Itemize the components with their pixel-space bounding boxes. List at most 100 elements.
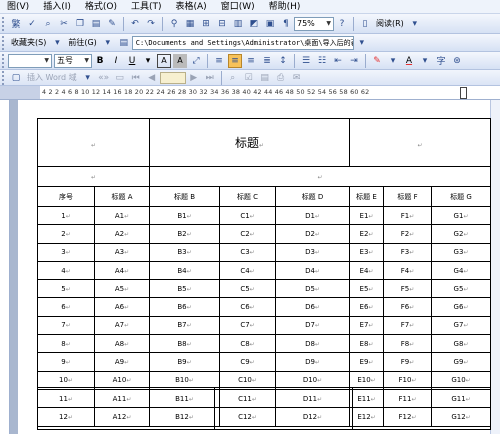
table-cell[interactable]: A8↵ [94, 334, 150, 354]
redo-icon[interactable]: ↷ [144, 17, 158, 31]
align-center-icon[interactable]: ≡ [228, 53, 242, 68]
table-cell[interactable]: E7↵ [349, 315, 384, 336]
column-header[interactable]: 序号 [37, 186, 95, 207]
table-cell[interactable]: B5↵ [149, 279, 220, 299]
table-cell[interactable]: 4↵ [37, 260, 95, 281]
title-cell[interactable]: 标题↵ [149, 118, 350, 167]
table-cell[interactable]: A2↵ [94, 224, 150, 244]
table-cell[interactable]: G8↵ [430, 334, 492, 354]
table-cell[interactable]: G9↵ [430, 352, 492, 372]
table-cell[interactable]: B7↵ [149, 315, 220, 336]
toolbar-grip[interactable] [2, 70, 6, 85]
address-field[interactable]: C:\Documents and Settings\Administrator\… [131, 35, 354, 50]
undo-icon[interactable]: ↶ [128, 17, 142, 31]
table-cell[interactable]: E1↵ [349, 205, 384, 226]
record-number-field[interactable] [159, 71, 186, 84]
menu-insert[interactable]: 插入(I) [36, 0, 78, 14]
show-web-toolbar-icon[interactable]: ▤ [117, 36, 131, 50]
column-header[interactable]: 标题 A [94, 186, 150, 207]
table-cell[interactable]: F1↵ [383, 205, 432, 226]
table-cell[interactable]: F4↵ [383, 260, 432, 281]
previous-record-icon[interactable]: ◀ [145, 71, 159, 85]
table-cell[interactable]: 5↵ [37, 279, 95, 299]
table-cell[interactable]: E9↵ [349, 352, 384, 372]
table-cell[interactable]: F6↵ [383, 297, 432, 317]
menu-format[interactable]: 格式(O) [78, 0, 124, 14]
table-cell[interactable]: A5↵ [94, 279, 150, 299]
vertical-ruler[interactable] [0, 100, 10, 434]
char-border-button[interactable]: A [157, 53, 171, 68]
insert-word-field-button[interactable]: 插入 Word 域 [24, 72, 80, 83]
table-cell[interactable]: F3↵ [383, 242, 432, 262]
table-cell[interactable]: A4↵ [94, 260, 150, 281]
toolbar-grip[interactable] [2, 16, 6, 31]
table-cell[interactable]: E4↵ [349, 260, 384, 281]
indent-marker[interactable] [460, 87, 467, 99]
table-cell[interactable]: G5↵ [430, 279, 492, 299]
document-icon[interactable]: ▢ [9, 71, 23, 85]
zoom-combo[interactable]: 75% ▼ [294, 16, 334, 31]
table-cell[interactable]: E3↵ [349, 242, 384, 262]
increase-indent-icon[interactable]: ⇥ [347, 54, 361, 68]
table-cell[interactable]: B3↵ [149, 242, 220, 262]
merge-fields-icon[interactable]: «» [97, 71, 111, 85]
table-cell[interactable]: C1↵ [219, 205, 276, 226]
table-cell[interactable]: G4↵ [430, 260, 492, 281]
title-right-cell[interactable]: ↵ [348, 118, 492, 167]
table-cell[interactable]: B2↵ [149, 224, 220, 244]
underline-style-icon[interactable]: ▾ [141, 54, 155, 68]
column-header[interactable]: 标题 D [275, 186, 350, 207]
column-header[interactable]: 标题 B [149, 186, 220, 207]
vertical-scrollbar[interactable] [490, 100, 500, 434]
table-cell[interactable]: C9↵ [219, 352, 276, 372]
document-table[interactable]: ↵ 标题↵ ↵ ↵ ↵ 序号 标题 A 标题 B 标题 C 标题 D 标题 E … [37, 118, 492, 427]
research-icon[interactable]: ⌕ [41, 17, 55, 31]
table-cell[interactable]: D6↵ [275, 297, 350, 317]
chevron-down-icon[interactable]: ▾ [418, 54, 432, 68]
table-cell[interactable]: F2↵ [383, 224, 432, 244]
table-cell[interactable]: E8↵ [349, 334, 384, 354]
table-cell[interactable]: 2↵ [37, 224, 95, 244]
numbering-icon[interactable]: ☰ [299, 54, 313, 68]
table-cell[interactable]: 6↵ [37, 297, 95, 317]
options-icon[interactable]: ▾ [408, 17, 422, 31]
enclose-char-icon[interactable]: ⊛ [450, 54, 464, 68]
table-cell[interactable]: D4↵ [275, 260, 350, 281]
table-cell[interactable]: G7↵ [430, 315, 492, 336]
menu-help[interactable]: 帮助(H) [262, 0, 308, 14]
column-header[interactable]: 标题 E [349, 186, 384, 207]
cut-icon[interactable]: ✂ [57, 17, 71, 31]
table-cell[interactable]: B6↵ [149, 297, 220, 317]
help-icon[interactable]: ? [335, 17, 349, 31]
table-cell[interactable]: F8↵ [383, 334, 432, 354]
line-spacing-icon[interactable]: ↕ [276, 54, 290, 68]
footer-table[interactable] [37, 387, 491, 430]
format-painter-icon[interactable]: ✎ [105, 17, 119, 31]
highlight-icon[interactable]: ✎ [370, 54, 384, 68]
column-header[interactable]: 标题 G [430, 186, 492, 207]
table-cell[interactable]: A9↵ [94, 352, 150, 372]
table-cell[interactable]: A1↵ [94, 205, 150, 226]
document-map-icon[interactable]: ▣ [263, 17, 277, 31]
columns-icon[interactable]: ▥ [231, 17, 245, 31]
table-cell[interactable]: G3↵ [430, 242, 492, 262]
table-cell[interactable]: F7↵ [383, 315, 432, 336]
table-cell[interactable]: D5↵ [275, 279, 350, 299]
merge-to-email-icon[interactable]: ✉ [290, 71, 304, 85]
table-cell[interactable]: 7↵ [37, 315, 95, 336]
table-cell[interactable]: G2↵ [430, 224, 492, 244]
bold-button[interactable]: B [93, 54, 107, 68]
char-scale-icon[interactable]: ⤢ [189, 54, 203, 68]
menu-view[interactable]: 图(V) [0, 0, 36, 14]
column-header[interactable]: 标题 F [383, 186, 432, 207]
drawing-icon[interactable]: ◩ [247, 17, 261, 31]
font-size-combo[interactable]: 五号 ▼ [54, 53, 92, 68]
show-hide-icon[interactable]: ¶ [279, 17, 293, 31]
chevron-down-icon[interactable]: ▾ [81, 71, 95, 85]
table-cell[interactable]: G6↵ [430, 297, 492, 317]
table-cell[interactable]: C8↵ [219, 334, 276, 354]
first-record-icon[interactable]: ⏮ [129, 71, 143, 85]
table-cell[interactable]: 8↵ [37, 334, 95, 354]
table-cell[interactable]: C3↵ [219, 242, 276, 262]
font-color-button[interactable]: A [402, 54, 416, 68]
